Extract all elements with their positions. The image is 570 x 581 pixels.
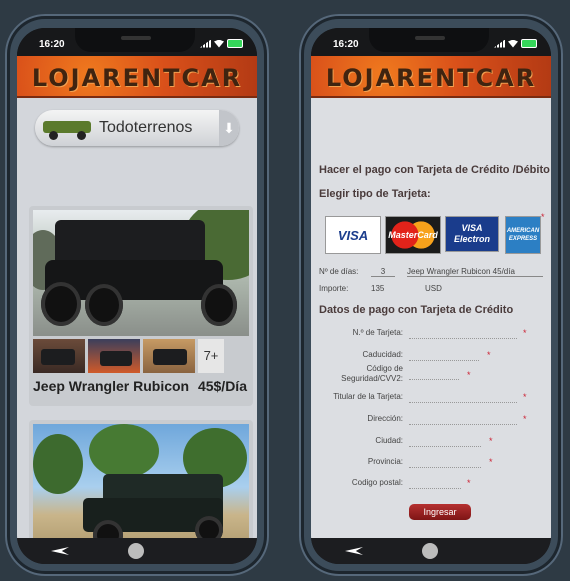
battery-icon bbox=[227, 39, 243, 48]
status-time: 16:20 bbox=[333, 39, 359, 50]
city-label: Ciudad: bbox=[375, 436, 403, 445]
status-bar: 16:20 bbox=[17, 28, 257, 56]
required-marker: * bbox=[467, 370, 471, 380]
days-value: 3 bbox=[371, 267, 395, 277]
phone-frame-right: 16:20 LOJARENTCAR Hacer el pago con Tarj… bbox=[299, 14, 563, 576]
expiry-input[interactable] bbox=[409, 351, 479, 361]
security-code-input[interactable] bbox=[409, 370, 459, 380]
brand-banner: LOJARENTCAR bbox=[311, 56, 551, 98]
thumbnail-3[interactable] bbox=[143, 339, 195, 373]
required-marker: * bbox=[489, 436, 493, 446]
wifi-icon bbox=[214, 39, 224, 48]
mastercard-option[interactable]: MasterCard bbox=[385, 216, 441, 254]
address-input[interactable] bbox=[409, 415, 517, 425]
notch bbox=[369, 28, 489, 52]
battery-icon bbox=[521, 39, 537, 48]
security-code-label: Código de Seguridad/CVV2: bbox=[341, 364, 403, 383]
city-input[interactable] bbox=[409, 437, 481, 447]
screen-left: 16:20 LOJARENTCAR Todoterrenos ⬇ 7+ Jeep… bbox=[17, 28, 257, 564]
visa-electron-option[interactable]: VISA Electron bbox=[445, 216, 499, 252]
navigation-bar bbox=[17, 538, 257, 564]
required-marker: * bbox=[523, 414, 527, 424]
thumbnail-1[interactable] bbox=[33, 339, 85, 373]
postal-code-label: Codigo postal: bbox=[351, 478, 403, 487]
payment-data-heading: Datos de pago con Tarjeta de Crédito bbox=[319, 304, 514, 316]
wifi-icon bbox=[508, 39, 518, 48]
notch bbox=[75, 28, 195, 52]
currency-label: USD bbox=[425, 284, 442, 293]
amount-label: Importe: bbox=[319, 284, 349, 293]
required-marker: * bbox=[489, 457, 493, 467]
required-marker: * bbox=[523, 328, 527, 338]
submit-button[interactable]: Ingresar bbox=[409, 504, 471, 520]
required-marker: * bbox=[487, 350, 491, 360]
visa-card-option[interactable]: VISA bbox=[325, 216, 381, 254]
days-label: Nº de días: bbox=[319, 267, 359, 276]
back-icon[interactable] bbox=[345, 547, 363, 555]
vehicle-photo-2[interactable] bbox=[33, 424, 249, 538]
holder-label: Titular de la Tarjeta: bbox=[333, 392, 403, 401]
navigation-bar bbox=[311, 538, 551, 564]
phone-frame-left: 16:20 LOJARENTCAR Todoterrenos ⬇ 7+ Jeep… bbox=[5, 14, 269, 576]
vehicle-card[interactable]: 7+ Jeep Wrangler Rubicon 45$/Día bbox=[29, 206, 253, 406]
brand-logo: LOJARENTCAR bbox=[325, 64, 537, 92]
thumbnail-2[interactable] bbox=[88, 339, 140, 373]
vehicle-summary: Jeep Wrangler Rubicon 45/día bbox=[407, 267, 543, 277]
required-marker: * bbox=[541, 212, 545, 222]
signal-icon bbox=[200, 39, 211, 48]
vehicle-photo[interactable] bbox=[33, 210, 249, 336]
card-number-input[interactable] bbox=[409, 329, 517, 339]
brand-banner: LOJARENTCAR bbox=[17, 56, 257, 98]
category-select-label: Todoterrenos bbox=[99, 119, 193, 136]
screen-right: 16:20 LOJARENTCAR Hacer el pago con Tarj… bbox=[311, 28, 551, 564]
address-label: Dirección: bbox=[367, 414, 403, 423]
home-icon[interactable] bbox=[128, 543, 144, 559]
card-type-label: Elegir tipo de Tarjeta: bbox=[319, 188, 431, 200]
card-number-label: N.º de Tarjeta: bbox=[352, 328, 403, 337]
vehicle-title: Jeep Wrangler Rubicon bbox=[33, 378, 190, 394]
expiry-label: Caducidad: bbox=[362, 350, 403, 359]
jeep-icon bbox=[41, 117, 93, 140]
required-marker: * bbox=[467, 478, 471, 488]
signal-icon bbox=[494, 39, 505, 48]
postal-code-input[interactable] bbox=[409, 479, 461, 489]
home-icon[interactable] bbox=[422, 543, 438, 559]
payment-heading: Hacer el pago con Tarjeta de Crédito /Dé… bbox=[319, 164, 550, 176]
brand-logo: LOJARENTCAR bbox=[31, 64, 243, 92]
vehicle-card-2[interactable] bbox=[29, 420, 253, 538]
amex-option[interactable]: AMERICAN EXPRESS bbox=[505, 216, 541, 254]
province-input[interactable] bbox=[409, 458, 481, 468]
holder-input[interactable] bbox=[409, 393, 517, 403]
status-time: 16:20 bbox=[39, 39, 65, 50]
payment-page: Hacer el pago con Tarjeta de Crédito /Dé… bbox=[311, 98, 551, 538]
back-icon[interactable] bbox=[51, 547, 69, 555]
required-marker: * bbox=[523, 392, 527, 402]
more-photos-button[interactable]: 7+ bbox=[198, 339, 224, 373]
province-label: Provincia: bbox=[367, 457, 403, 466]
status-bar: 16:20 bbox=[311, 28, 551, 56]
dropdown-arrow-icon[interactable]: ⬇ bbox=[219, 110, 239, 146]
listing-page: Todoterrenos ⬇ 7+ Jeep Wrangler Rubicon … bbox=[17, 98, 257, 538]
category-select[interactable]: Todoterrenos ⬇ bbox=[35, 110, 239, 146]
amount-value: 135 bbox=[371, 284, 385, 293]
vehicle-price: 45$/Día bbox=[197, 378, 247, 394]
